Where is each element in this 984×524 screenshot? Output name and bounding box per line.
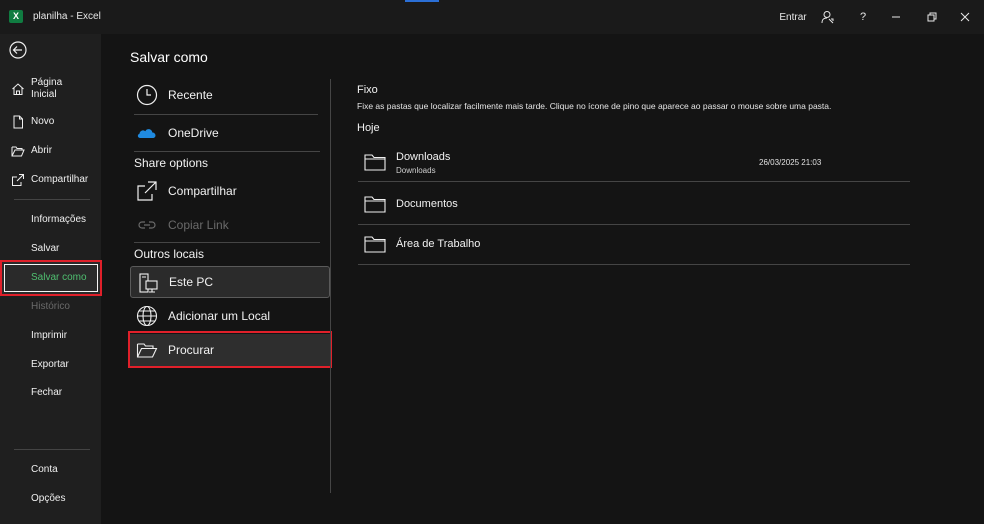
divider xyxy=(134,114,318,115)
nav-item-home[interactable]: Página Inicial xyxy=(0,74,101,104)
share-options-header: Share options xyxy=(134,156,209,170)
new-document-icon xyxy=(11,115,25,129)
feedback-icon[interactable] xyxy=(815,0,839,34)
location-share[interactable]: Compartilhar xyxy=(130,175,330,207)
location-label-share: Compartilhar xyxy=(168,184,237,198)
nav-label-info: Informações xyxy=(31,214,87,225)
nav-item-export[interactable]: Exportar xyxy=(0,358,101,372)
location-label-add-place: Adicionar um Local xyxy=(168,309,271,323)
nav-label-close: Fechar xyxy=(31,387,63,398)
nav-divider xyxy=(14,449,90,450)
folder-name: Downloads xyxy=(396,151,451,163)
folder-row-downloads[interactable]: Downloads Downloads 26/03/2025 21:03 xyxy=(358,143,910,181)
divider xyxy=(358,264,910,265)
other-locations-header: Outros locais xyxy=(134,247,205,261)
clock-icon xyxy=(136,84,158,106)
nav-item-save[interactable]: Salvar xyxy=(0,242,101,256)
share-icon xyxy=(136,180,158,202)
location-label-recent: Recente xyxy=(168,88,213,102)
link-icon xyxy=(136,214,158,236)
nav-label-share: Compartilhar xyxy=(31,174,89,185)
window-title: planilha - Excel xyxy=(33,11,101,22)
computer-icon xyxy=(137,272,159,294)
nav-item-account[interactable]: Conta xyxy=(0,463,101,477)
nav-item-info[interactable]: Informações xyxy=(0,213,101,227)
title-bar: X planilha - Excel Entrar ? xyxy=(0,0,984,34)
file-name: planilha xyxy=(33,11,68,22)
column-divider xyxy=(330,79,331,493)
divider xyxy=(358,224,910,225)
title-accent-line xyxy=(405,0,439,2)
help-icon[interactable]: ? xyxy=(851,0,875,34)
minimize-icon[interactable] xyxy=(884,0,908,34)
nav-label-history: Histórico xyxy=(31,301,70,312)
divider xyxy=(358,181,910,182)
location-add-place[interactable]: Adicionar um Local xyxy=(130,300,330,332)
nav-item-history: Histórico xyxy=(0,300,101,314)
location-label-browse: Procurar xyxy=(168,343,215,357)
nav-item-print[interactable]: Imprimir xyxy=(0,329,101,343)
folder-row-documents[interactable]: Documentos xyxy=(358,186,910,224)
folder-name: Documentos xyxy=(396,198,458,210)
globe-icon xyxy=(136,305,158,327)
location-onedrive[interactable]: OneDrive xyxy=(130,117,330,149)
folder-icon xyxy=(364,195,386,213)
nav-label-new: Novo xyxy=(31,116,55,127)
close-icon[interactable] xyxy=(953,0,977,34)
nav-item-share[interactable]: Compartilhar xyxy=(0,173,101,187)
app-name: Excel xyxy=(76,11,101,22)
nav-label-account: Conta xyxy=(31,464,58,475)
nav-label-export: Exportar xyxy=(31,359,69,370)
nav-label-open: Abrir xyxy=(31,145,53,156)
folder-path: Downloads xyxy=(396,166,436,175)
onedrive-cloud-icon xyxy=(136,122,158,144)
pinned-title: Fixo xyxy=(357,84,378,96)
nav-item-open[interactable]: Abrir xyxy=(0,144,101,158)
excel-logo-icon: X xyxy=(9,10,23,23)
today-title: Hoje xyxy=(357,122,380,134)
folder-icon xyxy=(364,153,386,171)
location-label-copy-link: Copiar Link xyxy=(168,218,229,232)
nav-divider xyxy=(14,199,90,200)
sign-in-button[interactable]: Entrar xyxy=(779,0,806,34)
open-folder-icon xyxy=(11,144,25,158)
home-icon xyxy=(11,82,25,96)
nav-item-new[interactable]: Novo xyxy=(0,115,101,129)
folder-icon xyxy=(364,235,386,253)
divider xyxy=(134,151,320,152)
nav-label-save-as: Salvar como xyxy=(31,272,87,283)
restore-icon[interactable] xyxy=(920,0,944,34)
nav-item-save-as[interactable]: Salvar como xyxy=(0,262,101,294)
location-copy-link: Copiar Link xyxy=(130,209,330,241)
pinned-description: Fixe as pastas que localizar facilmente … xyxy=(357,101,832,111)
location-browse[interactable]: Procurar xyxy=(130,334,330,366)
open-folder-icon xyxy=(136,339,158,361)
folder-name: Área de Trabalho xyxy=(396,238,481,250)
nav-item-options[interactable]: Opções xyxy=(0,492,101,506)
title-separator: - xyxy=(70,11,74,22)
location-recent[interactable]: Recente xyxy=(130,79,330,111)
location-label-onedrive: OneDrive xyxy=(168,126,219,140)
nav-label-save: Salvar xyxy=(31,243,60,254)
nav-label-options: Opções xyxy=(31,493,66,504)
folder-date: 26/03/2025 21:03 xyxy=(759,158,822,167)
location-this-pc[interactable]: Este PC xyxy=(130,266,330,298)
divider xyxy=(134,242,320,243)
nav-label-home: Página Inicial xyxy=(31,77,63,100)
nav-label-print: Imprimir xyxy=(31,330,68,341)
share-icon xyxy=(11,173,25,187)
folder-row-desktop[interactable]: Área de Trabalho xyxy=(358,226,910,264)
page-title: Salvar como xyxy=(130,49,208,65)
location-label-this-pc: Este PC xyxy=(169,275,214,289)
nav-item-close[interactable]: Fechar xyxy=(0,386,101,400)
back-arrow-icon[interactable] xyxy=(9,41,27,59)
